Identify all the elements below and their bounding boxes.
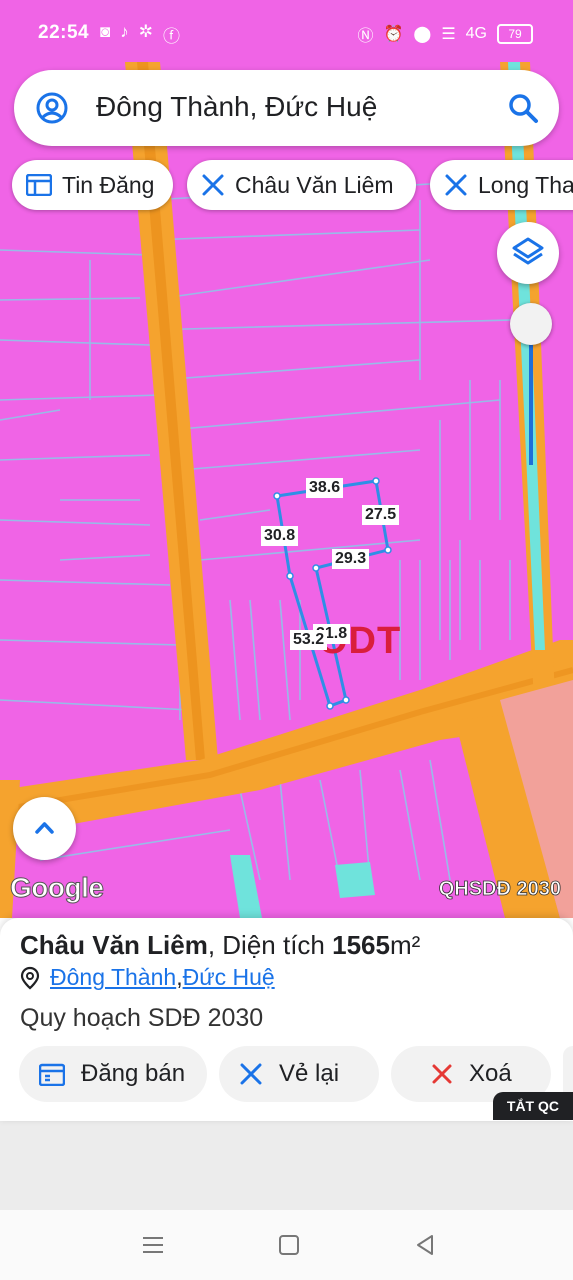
volte-icon: ☰ bbox=[441, 26, 456, 43]
button-label: Vẻ lại bbox=[279, 1060, 340, 1087]
redraw-button[interactable]: Vẻ lại bbox=[219, 1046, 379, 1102]
map-view[interactable]: ODT 38.6 27.5 30.8 29.3 21.8 53.2 22:54 … bbox=[0, 0, 573, 918]
button-label: Xoá bbox=[469, 1060, 512, 1087]
clock: 22:54 bbox=[38, 22, 90, 43]
listing-icon bbox=[26, 174, 52, 196]
edge-label: 29.3 bbox=[332, 549, 370, 569]
app-icon: ✲ bbox=[138, 22, 154, 41]
layer-name-label: QHSDĐ 2030 bbox=[438, 878, 561, 901]
tiktok-icon: ♪ bbox=[120, 22, 129, 41]
menu-icon[interactable] bbox=[140, 1232, 166, 1258]
parcel-location: Đông Thành, Đức Huệ bbox=[20, 964, 275, 991]
google-logo: Google bbox=[9, 872, 104, 904]
close-icon bbox=[432, 1064, 452, 1084]
parcel-info-sheet: Châu Văn Liêm, Diện tích 1565m² Đông Thà… bbox=[0, 918, 573, 1121]
search-query[interactable]: Đông Thành, Đức Huệ bbox=[96, 91, 377, 123]
parcel-street: Châu Văn Liêm bbox=[20, 930, 208, 960]
back-icon[interactable] bbox=[412, 1232, 438, 1258]
layers-button[interactable] bbox=[497, 222, 559, 284]
search-bar[interactable]: Đông Thành, Đức Huệ bbox=[14, 70, 559, 146]
parcel-area-unit: m² bbox=[389, 930, 421, 960]
account-icon[interactable] bbox=[36, 92, 68, 124]
parcel-title: Châu Văn Liêm, Diện tích 1565m² bbox=[20, 930, 420, 961]
alarm-icon: ⏰ bbox=[383, 26, 404, 43]
parcel-area-label: , Diện tích bbox=[207, 930, 333, 960]
pin-icon bbox=[20, 966, 40, 989]
home-icon[interactable] bbox=[276, 1232, 302, 1258]
ward-link[interactable]: Đông Thành bbox=[50, 964, 176, 991]
zalo-icon: ◙ bbox=[100, 22, 111, 41]
edge-label: 53.2 bbox=[290, 630, 328, 650]
edge-label: 30.8 bbox=[261, 526, 299, 546]
location-icon: ⬤ bbox=[413, 26, 432, 43]
layers-icon bbox=[512, 237, 544, 265]
parcel-area-value: 1565 bbox=[332, 930, 390, 960]
chip-label: Long Tha bbox=[478, 171, 573, 198]
button-label: Đăng bán bbox=[81, 1060, 186, 1087]
opacity-slider-handle[interactable] bbox=[510, 303, 552, 345]
expand-sheet-button[interactable] bbox=[13, 797, 76, 860]
opacity-slider-track[interactable] bbox=[529, 345, 533, 465]
edge-label: 38.6 bbox=[306, 478, 344, 498]
chip-label: Tin Đăng bbox=[62, 171, 155, 198]
battery-icon: 79 bbox=[497, 24, 533, 44]
status-bar: 22:54 ◙ ♪ ✲ ⓕ Ⓝ ⏰ ⬤ ☰ 4G 79 bbox=[0, 0, 573, 62]
facebook-icon: ⓕ bbox=[163, 27, 181, 46]
system-nav-bar bbox=[0, 1210, 573, 1280]
post-sale-button[interactable]: Đăng bán bbox=[19, 1046, 207, 1102]
chip-long-tha[interactable]: Long Tha bbox=[430, 160, 573, 210]
chip-chau-van-liem[interactable]: Châu Văn Liêm bbox=[187, 160, 416, 210]
ad-off-button[interactable]: TẮT QC bbox=[492, 1092, 573, 1120]
ruler-icon bbox=[202, 174, 224, 196]
calendar-icon bbox=[39, 1063, 65, 1086]
ad-area bbox=[0, 1121, 573, 1210]
action-buttons: Đăng bán Vẻ lại Xoá bbox=[0, 1046, 573, 1104]
district-link[interactable]: Đức Huệ bbox=[183, 964, 275, 991]
redraw-icon bbox=[240, 1063, 262, 1085]
chip-tin-dang[interactable]: Tin Đăng bbox=[12, 160, 173, 210]
edge-label: 27.5 bbox=[362, 505, 400, 525]
search-icon[interactable] bbox=[507, 92, 539, 124]
chip-label: Châu Văn Liêm bbox=[235, 171, 394, 198]
nfc-icon: Ⓝ bbox=[357, 28, 374, 45]
chevron-up-icon bbox=[35, 822, 54, 834]
plan-label: Quy hoạch SDĐ 2030 bbox=[20, 1004, 264, 1032]
ruler-icon bbox=[445, 174, 467, 196]
signal-icon: 4G bbox=[465, 25, 487, 42]
